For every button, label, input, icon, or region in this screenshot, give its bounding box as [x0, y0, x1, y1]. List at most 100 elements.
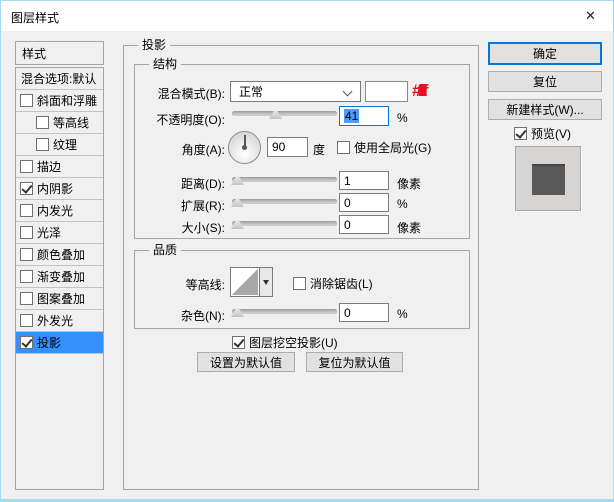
- sidebar-item-label: 外发光: [37, 312, 73, 329]
- sidebar-item[interactable]: 纹理: [16, 134, 103, 156]
- sidebar-item[interactable]: 光泽: [16, 222, 103, 244]
- structure-groupbox: 结构 混合模式(B): 正常 #ffffff 不透明度(O): 41 % 角度(…: [134, 64, 470, 239]
- effect-checkbox[interactable]: [20, 226, 33, 239]
- make-default-label: 设置为默认值: [210, 354, 282, 371]
- angle-dial-center-dot: [242, 145, 247, 150]
- angle-value: 90: [272, 140, 285, 154]
- shadow-color-swatch[interactable]: [365, 81, 408, 102]
- drop-shadow-groupbox: 投影 结构 混合模式(B): 正常 #ffffff 不透明度(O): 41 % …: [123, 45, 479, 490]
- sidebar-item-label: 混合选项:默认: [21, 70, 96, 87]
- angle-dial[interactable]: [228, 131, 261, 164]
- angle-label: 角度(A):: [135, 141, 225, 158]
- opacity-slider[interactable]: [232, 111, 337, 116]
- noise-slider-thumb[interactable]: [231, 306, 244, 317]
- angle-input[interactable]: 90: [267, 137, 308, 157]
- spread-value: 0: [344, 196, 351, 210]
- distance-value: 1: [344, 174, 351, 188]
- opacity-label: 不透明度(O):: [135, 111, 225, 128]
- sidebar-item[interactable]: 投影: [16, 332, 103, 354]
- new-style-button[interactable]: 新建样式(W)...: [488, 99, 602, 120]
- distance-slider-thumb[interactable]: [231, 174, 244, 185]
- sidebar-item-label: 纹理: [53, 136, 77, 153]
- spread-unit: %: [397, 197, 408, 211]
- blend-mode-dropdown[interactable]: 正常: [230, 81, 361, 102]
- sidebar-item-label: 内阴影: [37, 180, 73, 197]
- sidebar-item[interactable]: 图案叠加: [16, 288, 103, 310]
- antialias-row: 消除锯齿(L): [293, 275, 373, 292]
- effect-checkbox[interactable]: [36, 138, 49, 151]
- sidebar-item-label: 图案叠加: [37, 290, 85, 307]
- effect-checkbox[interactable]: [20, 182, 33, 195]
- chevron-down-icon: [343, 87, 353, 97]
- knockout-row: 图层挖空投影(U): [232, 334, 338, 351]
- preview-thumbnail: [515, 146, 581, 211]
- sidebar-item[interactable]: 描边: [16, 156, 103, 178]
- spread-slider-thumb[interactable]: [231, 196, 244, 207]
- effect-checkbox[interactable]: [20, 204, 33, 217]
- distance-unit: 像素: [397, 175, 421, 192]
- sidebar-item-label: 等高线: [53, 114, 89, 131]
- sidebar-item-label: 内发光: [37, 202, 73, 219]
- effect-checkbox[interactable]: [20, 248, 33, 261]
- noise-value: 0: [344, 306, 351, 320]
- distance-label: 距离(D):: [135, 175, 225, 192]
- contour-dropdown-arrow[interactable]: [260, 267, 273, 297]
- dialog-title: 图层样式: [11, 9, 59, 26]
- effect-checkbox[interactable]: [20, 336, 33, 349]
- contour-thumbnail[interactable]: [230, 267, 260, 297]
- effect-checkbox[interactable]: [20, 94, 33, 107]
- noise-slider[interactable]: [232, 309, 337, 314]
- opacity-input[interactable]: 41: [339, 106, 389, 126]
- sidebar-item-label: 投影: [37, 334, 61, 351]
- sidebar-item[interactable]: 颜色叠加: [16, 244, 103, 266]
- preview-shadow-square: [532, 164, 565, 195]
- hex-color-text: #ffffff: [412, 81, 424, 101]
- distance-input[interactable]: 1: [339, 171, 389, 190]
- preview-checkbox[interactable]: [514, 127, 527, 140]
- sidebar-item[interactable]: 内发光: [16, 200, 103, 222]
- effect-checkbox[interactable]: [20, 160, 33, 173]
- effect-checkbox[interactable]: [20, 314, 33, 327]
- ok-button[interactable]: 确定: [488, 42, 602, 65]
- sidebar-styles-header[interactable]: 样式: [15, 41, 104, 65]
- quality-group-title: 品质: [149, 243, 181, 257]
- opacity-slider-thumb[interactable]: [269, 108, 282, 119]
- sidebar-item[interactable]: 斜面和浮雕: [16, 90, 103, 112]
- noise-input[interactable]: 0: [339, 303, 389, 322]
- global-light-checkbox[interactable]: [337, 141, 350, 154]
- reset-button[interactable]: 复位: [488, 71, 602, 92]
- antialias-checkbox[interactable]: [293, 277, 306, 290]
- reset-default-button[interactable]: 复位为默认值: [306, 352, 403, 372]
- sidebar-item[interactable]: 外发光: [16, 310, 103, 332]
- blend-mode-label: 混合模式(B):: [135, 85, 225, 102]
- spread-input[interactable]: 0: [339, 193, 389, 212]
- knockout-checkbox[interactable]: [232, 336, 245, 349]
- size-input[interactable]: 0: [339, 215, 389, 234]
- sidebar-item[interactable]: 内阴影: [16, 178, 103, 200]
- knockout-label: 图层挖空投影(U): [249, 334, 338, 351]
- sidebar-item[interactable]: 渐变叠加: [16, 266, 103, 288]
- arrow-down-icon: [263, 280, 269, 285]
- quality-groupbox: 品质 等高线: 消除锯齿(L) 杂色(N): 0 %: [134, 250, 470, 329]
- layer-style-dialog: 图层样式 ✕ 样式 混合选项:默认斜面和浮雕等高线纹理描边内阴影内发光光泽颜色叠…: [0, 0, 614, 502]
- effect-checkbox[interactable]: [20, 292, 33, 305]
- make-default-button[interactable]: 设置为默认值: [197, 352, 295, 372]
- global-light-label: 使用全局光(G): [354, 139, 431, 156]
- drop-shadow-group-title: 投影: [138, 38, 170, 52]
- spread-slider[interactable]: [232, 199, 337, 204]
- close-icon[interactable]: ✕: [568, 1, 613, 31]
- effect-checkbox[interactable]: [20, 270, 33, 283]
- effect-checkbox[interactable]: [36, 116, 49, 129]
- noise-label: 杂色(N):: [135, 307, 225, 324]
- noise-unit: %: [397, 307, 408, 321]
- size-slider-thumb[interactable]: [231, 218, 244, 229]
- antialias-label: 消除锯齿(L): [310, 275, 373, 292]
- size-slider[interactable]: [232, 221, 337, 226]
- sidebar-item[interactable]: 等高线: [16, 112, 103, 134]
- sidebar-item-label: 颜色叠加: [37, 246, 85, 263]
- sidebar-item-label: 渐变叠加: [37, 268, 85, 285]
- sidebar-item[interactable]: 混合选项:默认: [16, 68, 103, 90]
- distance-slider[interactable]: [232, 177, 337, 182]
- size-label: 大小(S):: [135, 219, 225, 236]
- global-light-row: 使用全局光(G): [337, 139, 431, 156]
